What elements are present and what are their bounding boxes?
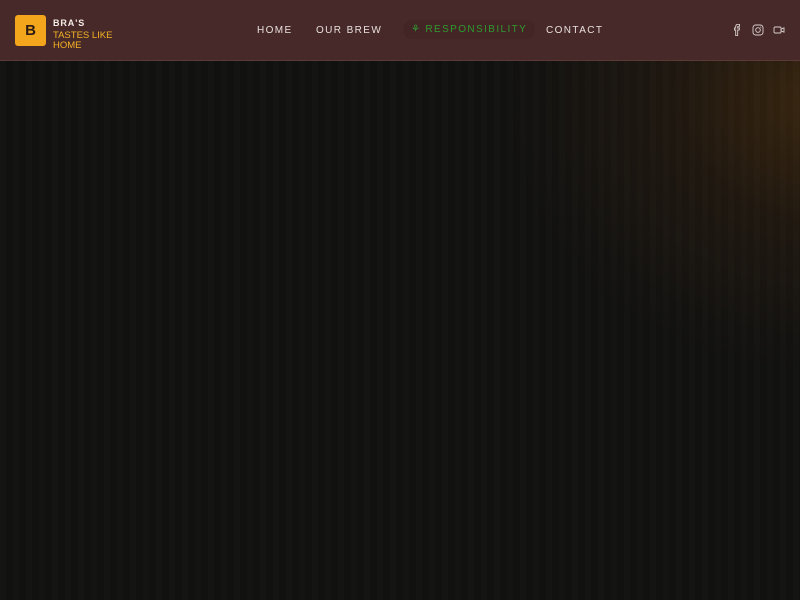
main-nav: HOME OUR BREW ⚘ RESPONSIBILITY CONTACT <box>0 0 800 61</box>
page: B BRA'S TASTES LIKE HOME HOME OUR BREW ⚘… <box>0 0 800 600</box>
nav-our-brew[interactable]: OUR BREW <box>316 25 382 36</box>
nav-contact[interactable]: CONTACT <box>546 25 603 36</box>
site-header: B BRA'S TASTES LIKE HOME HOME OUR BREW ⚘… <box>0 0 800 61</box>
nav-responsibility-label: RESPONSIBILITY <box>425 24 528 35</box>
nav-home[interactable]: HOME <box>257 25 293 36</box>
leaf-icon: ⚘ <box>411 24 422 35</box>
facebook-icon[interactable] <box>731 24 743 36</box>
hero-background-texture <box>0 61 800 600</box>
instagram-icon[interactable] <box>752 24 764 36</box>
hero-section <box>0 61 800 600</box>
video-icon[interactable] <box>773 24 785 36</box>
social-links <box>731 24 785 36</box>
nav-responsibility[interactable]: ⚘ RESPONSIBILITY <box>403 20 536 39</box>
